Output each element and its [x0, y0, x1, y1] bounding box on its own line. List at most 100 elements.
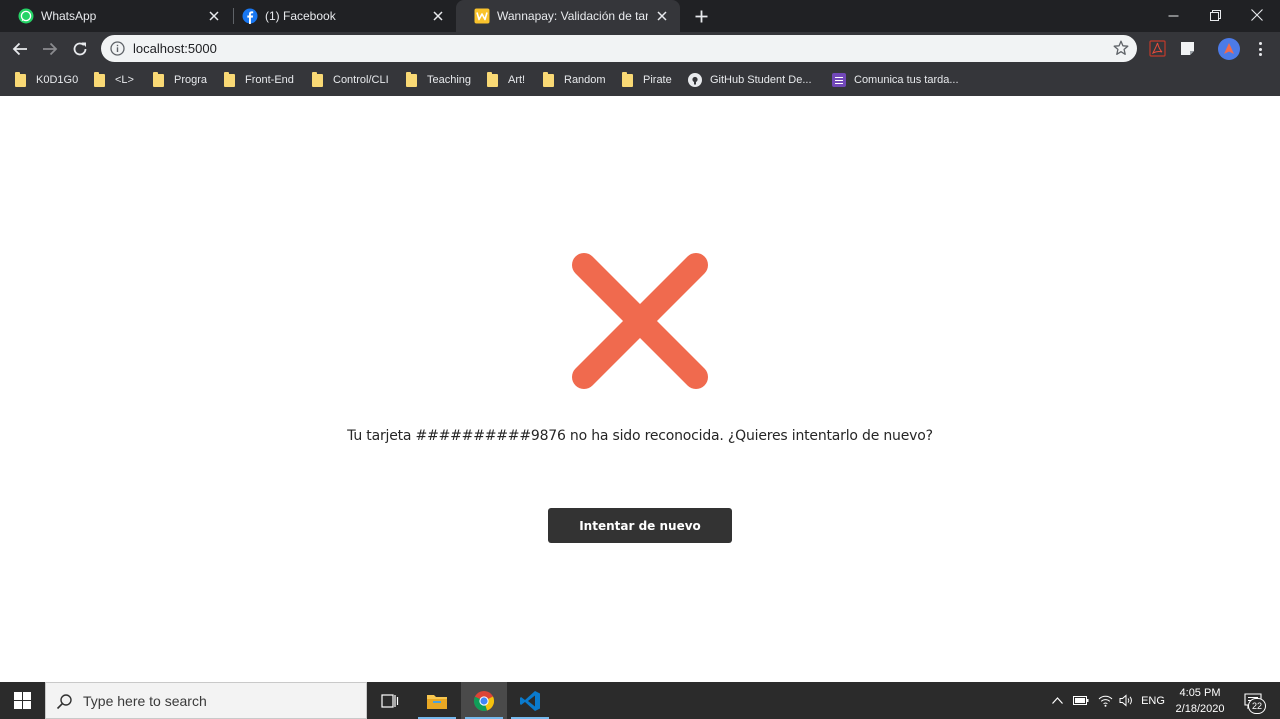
- task-view-button[interactable]: [367, 682, 413, 719]
- bookmark-folder[interactable]: Art!: [487, 71, 525, 89]
- language-indicator[interactable]: ENG: [1138, 682, 1168, 719]
- system-clock[interactable]: 4:05 PM 2/18/2020: [1166, 684, 1234, 717]
- bookmark-folder[interactable]: Control/CLI: [312, 71, 389, 89]
- profile-avatar[interactable]: [1218, 38, 1240, 60]
- bookmark-star-icon[interactable]: [1113, 40, 1129, 56]
- close-tab-icon[interactable]: [430, 8, 446, 24]
- bookmark-label: K0D1G0: [36, 74, 79, 86]
- bookmark-folder[interactable]: K0D1G0: [15, 71, 78, 89]
- menu-dot: [1258, 42, 1262, 45]
- menu-dot: [1258, 47, 1262, 51]
- battery-status[interactable]: [1071, 682, 1091, 719]
- avatar-icon: [1224, 43, 1234, 54]
- bookmark-folder[interactable]: Front-End: [224, 71, 294, 89]
- bookmarks-bar: K0D1G0 <L> Progra Front-End Control/CLI …: [0, 65, 1280, 96]
- chevron-up-icon: [1051, 697, 1063, 704]
- restore-button[interactable]: [1192, 0, 1238, 30]
- wifi-icon: [1098, 695, 1112, 707]
- close-icon: [1251, 9, 1263, 21]
- back-button[interactable]: [7, 36, 33, 62]
- close-window-button[interactable]: [1234, 0, 1280, 30]
- page-content: Tu tarjeta ##########9876 no ha sido rec…: [0, 96, 1280, 682]
- arrow-right-icon: [43, 42, 58, 56]
- file-explorer-button[interactable]: [414, 682, 460, 719]
- folder-icon: [487, 71, 498, 87]
- bookmark-label: Comunica tus tarda...: [854, 74, 959, 86]
- folder-icon: [543, 71, 554, 87]
- whatsapp-icon: [18, 8, 34, 24]
- tab-facebook[interactable]: (1) Facebook: [224, 0, 456, 32]
- folder-icon: [224, 71, 235, 87]
- windows-logo-icon: [14, 692, 31, 709]
- tab-title: (1) Facebook: [265, 9, 336, 23]
- folder-icon: [15, 71, 26, 87]
- bookmark-label: Front-End: [245, 74, 294, 86]
- folder-icon: [622, 71, 633, 87]
- browser-menu-button[interactable]: [1252, 39, 1268, 59]
- bookmark-folder[interactable]: <L>: [94, 71, 134, 89]
- minimize-button[interactable]: [1150, 0, 1196, 30]
- battery-icon: [1073, 696, 1089, 705]
- bookmark-label: Progra: [174, 74, 208, 86]
- bookmark-label: Art!: [508, 74, 526, 86]
- new-tab-button[interactable]: [690, 5, 712, 27]
- clock-time: 4:05 PM: [1179, 686, 1221, 699]
- plus-icon: [695, 10, 707, 22]
- menu-dot: [1258, 53, 1262, 56]
- action-center-button[interactable]: 22: [1238, 682, 1268, 719]
- windows-taskbar: Type here to search ENG 4:05 PM 2/18/202…: [0, 682, 1280, 719]
- close-tab-icon[interactable]: [206, 8, 222, 24]
- wifi-status[interactable]: [1095, 682, 1115, 719]
- notes-extension-icon[interactable]: [1179, 40, 1196, 57]
- error-message: Tu tarjeta ##########9876 no ha sido rec…: [347, 428, 933, 444]
- url-text[interactable]: localhost:5000: [133, 35, 217, 62]
- bookmark-folder[interactable]: Teaching: [406, 71, 471, 89]
- info-icon[interactable]: [110, 41, 125, 56]
- minimize-icon: [1168, 15, 1178, 16]
- restore-icon: [1209, 9, 1221, 21]
- folder-icon: [406, 71, 417, 87]
- vscode-button[interactable]: [507, 682, 553, 719]
- volume-control[interactable]: [1116, 682, 1136, 719]
- bookmark-folder[interactable]: Pirate: [622, 71, 672, 89]
- github-icon: [688, 73, 702, 87]
- tab-whatsapp[interactable]: WhatsApp: [0, 0, 232, 32]
- speaker-icon: [1119, 694, 1132, 707]
- notification-count-badge: 22: [1248, 698, 1266, 714]
- error-x-icon: [572, 253, 708, 389]
- retry-button[interactable]: Intentar de nuevo: [548, 508, 732, 543]
- folder-icon: [94, 71, 105, 87]
- folder-icon: [153, 71, 164, 87]
- browser-toolbar: localhost:5000: [0, 32, 1280, 65]
- start-button[interactable]: [0, 682, 45, 719]
- close-tab-icon[interactable]: [654, 8, 670, 24]
- forward-button[interactable]: [37, 36, 63, 62]
- folder-icon: [312, 71, 323, 87]
- taskbar-search-box[interactable]: Type here to search: [45, 682, 367, 719]
- browser-tab-strip: WhatsApp (1) Facebook Wannapay: Validaci…: [0, 0, 1280, 32]
- reload-icon: [73, 42, 87, 56]
- bookmark-label: Teaching: [427, 74, 472, 86]
- bookmark-label: Control/CLI: [333, 74, 389, 86]
- address-bar[interactable]: localhost:5000: [101, 35, 1137, 62]
- bookmark-forms[interactable]: Comunica tus tarda...: [832, 71, 959, 89]
- forms-icon: [832, 73, 846, 87]
- bookmark-folder[interactable]: Progra: [153, 71, 207, 89]
- language-label: ENG: [1141, 694, 1165, 707]
- chrome-icon: [473, 690, 495, 711]
- facebook-icon: [242, 8, 258, 24]
- reload-button[interactable]: [67, 36, 93, 62]
- bookmark-label: Pirate: [643, 74, 672, 86]
- search-placeholder: Type here to search: [83, 693, 207, 709]
- tab-wannapay[interactable]: Wannapay: Validación de tarjetas: [456, 0, 680, 32]
- pdf-extension-icon[interactable]: [1149, 40, 1166, 57]
- show-hidden-icons-button[interactable]: [1049, 682, 1065, 719]
- wannapay-icon: [474, 8, 490, 24]
- chrome-button[interactable]: [461, 682, 507, 719]
- bookmark-folder[interactable]: Random: [543, 71, 606, 89]
- tab-title: Wannapay: Validación de tarjetas: [497, 9, 648, 23]
- bookmark-github[interactable]: GitHub Student De...: [688, 71, 812, 89]
- clock-date: 2/18/2020: [1175, 702, 1225, 715]
- bookmark-label: GitHub Student De...: [710, 74, 812, 86]
- bookmark-label: <L>: [115, 74, 134, 86]
